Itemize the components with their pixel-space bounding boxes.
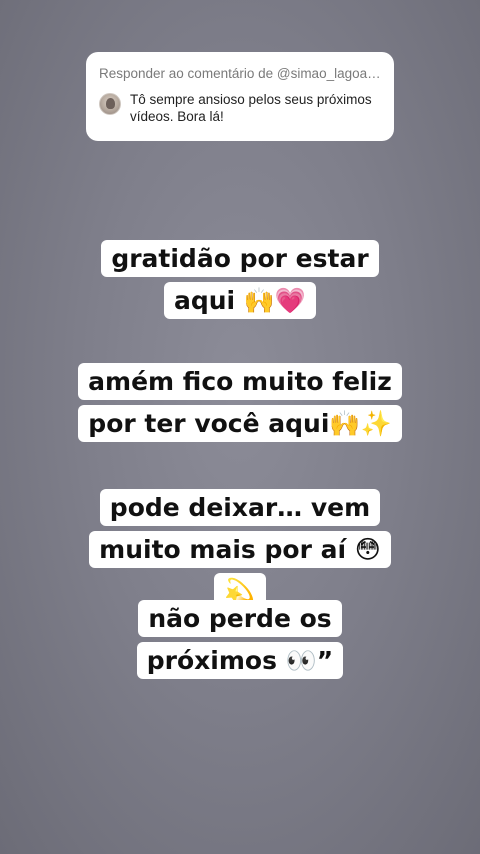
caption-amem: amém fico muito feliz por ter você aqui🙌… — [0, 361, 480, 445]
caption-line: não perde os — [138, 600, 342, 637]
reply-comment-card[interactable]: Responder ao comentário de @simao_lagoa_… — [86, 52, 394, 141]
caption-line: pode deixar… vem — [99, 489, 381, 526]
caption-line: aqui 🙌💗 — [163, 282, 317, 319]
reply-header: Responder ao comentário de @simao_lagoa_… — [99, 66, 381, 81]
caption-line: amém fico muito feliz — [78, 363, 402, 400]
caption-nao-perde: não perde os próximos 👀” — [0, 598, 480, 682]
caption-line: próximos 👀” — [136, 642, 344, 679]
caption-pode-deixar: pode deixar… vem muito mais por aí 😳 💫 — [0, 487, 480, 613]
caption-line: muito mais por aí 😳 — [89, 531, 391, 568]
avatar — [99, 93, 121, 115]
comment-row: Tô sempre ansioso pelos seus próximos ví… — [99, 91, 380, 125]
caption-line: gratidão por estar — [101, 240, 379, 277]
comment-text: Tô sempre ansioso pelos seus próximos ví… — [130, 92, 372, 124]
caption-gratidao: gratidão por estar aqui 🙌💗 — [0, 238, 480, 322]
caption-line: por ter você aqui🙌✨ — [78, 405, 402, 442]
